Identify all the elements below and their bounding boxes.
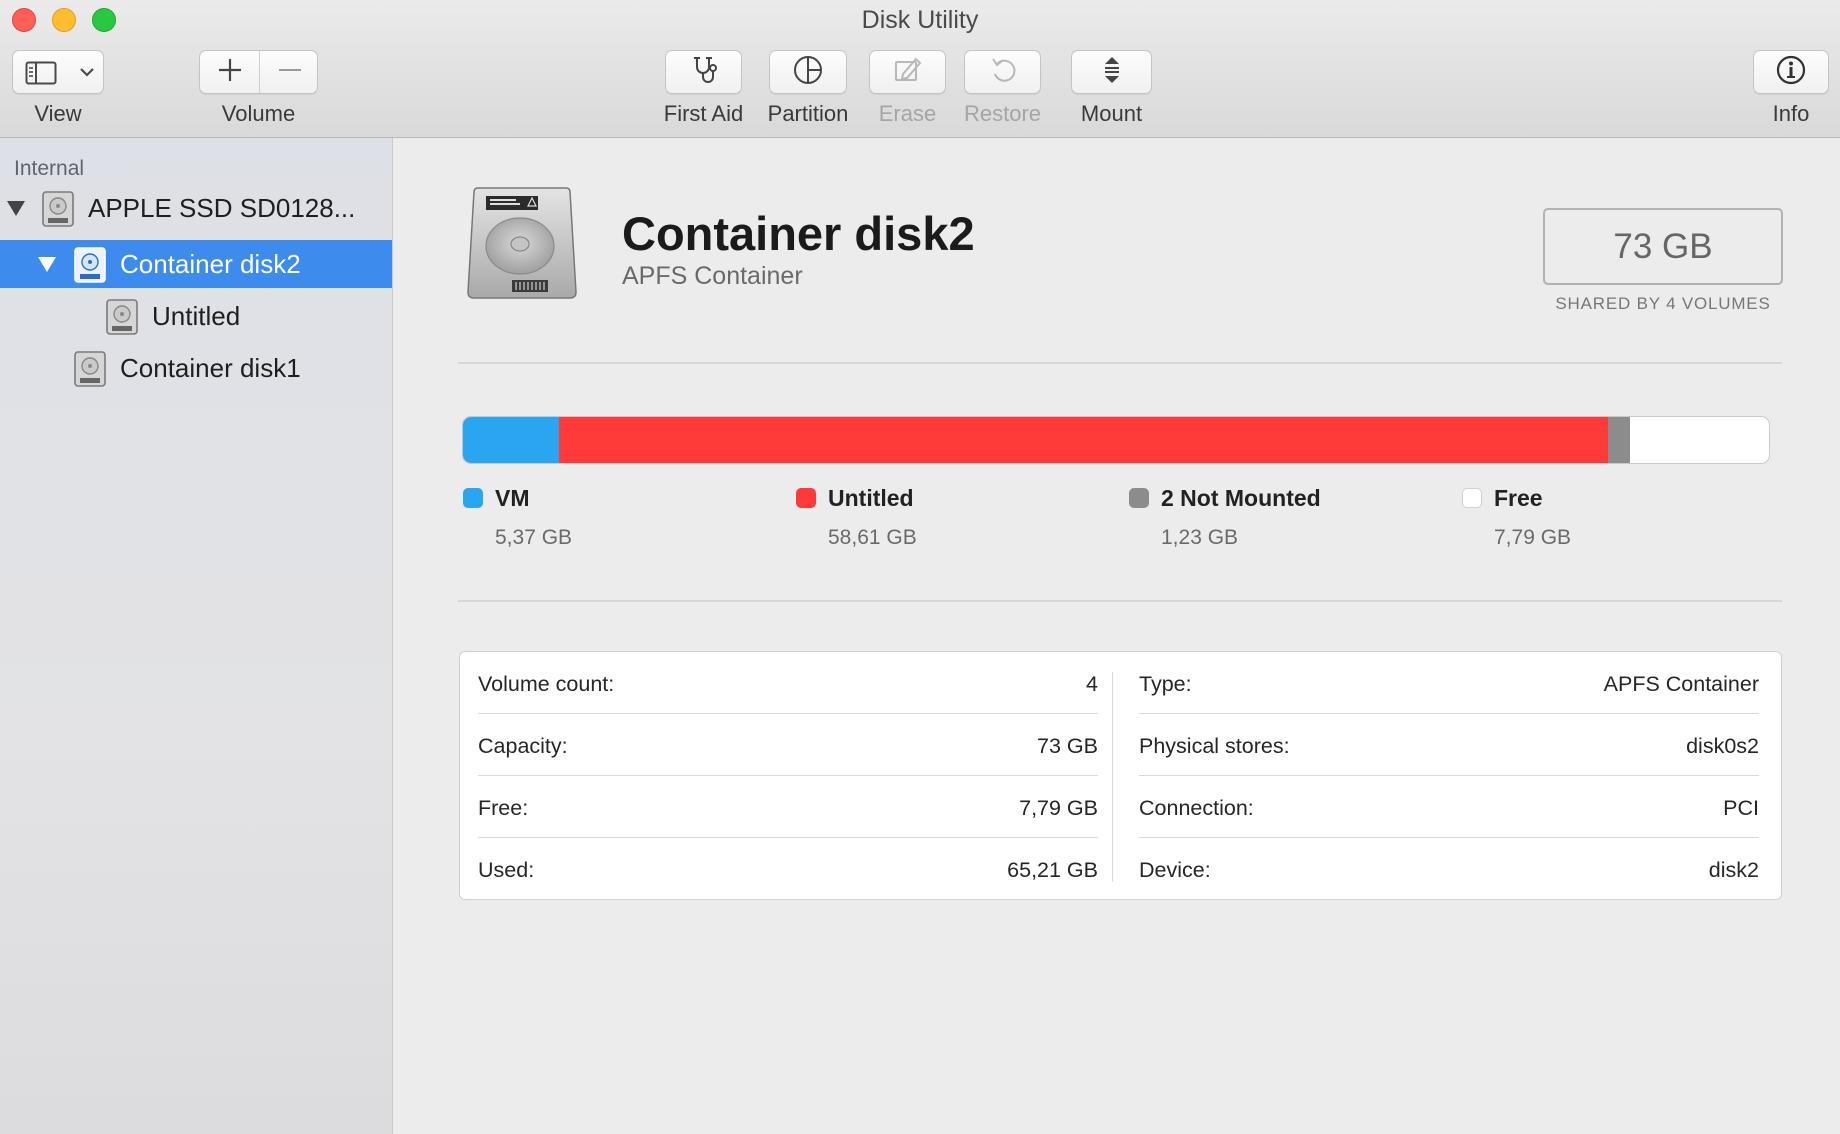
sidebar-item-label: Container disk2: [120, 249, 301, 279]
legend-name: 2 Not Mounted: [1161, 485, 1321, 511]
info-key: Free:: [478, 796, 529, 820]
sidebar-item-container-disk1[interactable]: Container disk1: [0, 344, 392, 392]
info-key: Physical stores:: [1139, 734, 1290, 758]
first-aid-button[interactable]: [665, 50, 742, 94]
remove-volume-button[interactable]: [260, 51, 319, 93]
info-label: Info: [1772, 101, 1810, 126]
legend-name: Untitled: [828, 485, 914, 511]
usage-segment-free: [1629, 417, 1769, 463]
info-value: 4: [1086, 672, 1098, 696]
hard-disk-icon: [40, 190, 76, 233]
restore-arrow-icon: [987, 54, 1019, 91]
divider: [458, 600, 1782, 602]
legend-swatch: [796, 488, 816, 508]
sidebar-toggle-icon: [25, 61, 57, 90]
toolbar: Disk Utility View Volume First Aid Parti…: [0, 0, 1840, 138]
sidebar-item-label: Container disk1: [120, 353, 301, 383]
info-value: disk0s2: [1686, 734, 1759, 758]
sidebar-item-untitled[interactable]: Untitled: [0, 292, 392, 340]
minus-icon: [277, 57, 303, 88]
restore-label: Restore: [963, 101, 1042, 126]
legend-value: 58,61 GB: [828, 526, 917, 549]
info-icon: [1775, 54, 1807, 91]
legend-value: 7,79 GB: [1494, 526, 1572, 549]
info-key: Volume count:: [478, 672, 615, 696]
mount-label: Mount: [1080, 101, 1143, 126]
legend-value: 5,37 GB: [495, 526, 573, 549]
legend-value: 1,23 GB: [1161, 526, 1239, 549]
mount-eject-icon: [1096, 54, 1128, 91]
partition-label: Partition: [767, 101, 849, 126]
erase-label: Erase: [878, 101, 937, 126]
info-key: Connection:: [1139, 796, 1254, 820]
usage-segment-vm: [463, 417, 560, 463]
info-value: 73 GB: [1037, 734, 1098, 758]
disclosure-triangle-icon[interactable]: [38, 257, 56, 272]
size-caption: SHARED BY 4 VOLUMES: [1555, 294, 1771, 313]
main-content: Container disk2 APFS Container 73 GB SHA…: [394, 138, 1840, 1134]
volume-icon: [104, 298, 140, 341]
hard-drive-large-icon: [464, 186, 580, 309]
window-title: Disk Utility: [861, 6, 979, 34]
legend-name: Free: [1494, 485, 1543, 511]
info-row: Physical stores: disk0s2: [1139, 714, 1759, 776]
divider: [458, 362, 1782, 364]
container-subtitle: APFS Container: [622, 262, 803, 290]
add-volume-button[interactable]: [200, 51, 259, 93]
view-label: View: [34, 101, 82, 126]
chevron-down-icon: [79, 63, 95, 86]
info-button[interactable]: [1753, 50, 1829, 94]
sidebar-item-label: APPLE SSD SD0128...: [88, 193, 356, 223]
info-key: Device:: [1139, 858, 1211, 882]
info-value: 7,79 GB: [1019, 796, 1098, 820]
mount-button[interactable]: [1071, 50, 1152, 94]
volume-label: Volume: [221, 101, 296, 126]
first-aid-label: First Aid: [663, 101, 744, 126]
eraser-icon: [892, 54, 924, 91]
column-separator: [1112, 672, 1113, 882]
sidebar-item-container-disk2[interactable]: Container disk2: [0, 240, 392, 288]
partition-button[interactable]: [769, 50, 847, 94]
usage-segment-2-not-mounted: [1607, 417, 1630, 463]
info-value: PCI: [1723, 796, 1759, 820]
info-row: Free: 7,79 GB: [478, 776, 1098, 838]
sidebar-item-label: Untitled: [152, 301, 241, 331]
info-row: Connection: PCI: [1139, 776, 1759, 838]
pie-partition-icon: [792, 54, 824, 91]
sidebar-section-internal: Internal: [14, 157, 85, 180]
usage-bar: [462, 416, 1770, 464]
disclosure-triangle-icon[interactable]: [7, 201, 25, 216]
info-row: Type: APFS Container: [1139, 652, 1759, 714]
info-table: Volume count: 4 Capacity: 73 GB Free: 7,…: [459, 651, 1782, 900]
container-disk-icon: [72, 246, 108, 289]
info-row: Device: disk2: [1139, 838, 1759, 900]
plus-icon: [217, 57, 243, 88]
info-key: Used:: [478, 858, 535, 882]
erase-button[interactable]: [869, 50, 946, 94]
view-button[interactable]: [12, 50, 104, 94]
container-disk-icon: [72, 350, 108, 393]
info-value: APFS Container: [1603, 672, 1759, 696]
container-title: Container disk2: [622, 207, 975, 260]
sidebar: Internal APPLE SSD SD0128... Container d…: [0, 138, 393, 1134]
info-key: Type:: [1139, 672, 1192, 696]
info-row: Used: 65,21 GB: [478, 838, 1098, 900]
legend-swatch: [1462, 488, 1482, 508]
sidebar-item-apple-ssd[interactable]: APPLE SSD SD0128...: [0, 184, 392, 232]
info-value: 65,21 GB: [1007, 858, 1098, 882]
legend-swatch: [463, 488, 483, 508]
info-value: disk2: [1708, 858, 1759, 882]
volume-segmented-control: [199, 50, 318, 94]
info-row: Capacity: 73 GB: [478, 714, 1098, 776]
info-key: Capacity:: [478, 734, 568, 758]
legend-swatch: [1129, 488, 1149, 508]
total-size-box: 73 GB: [1543, 208, 1783, 285]
restore-button[interactable]: [964, 50, 1041, 94]
info-row: Volume count: 4: [478, 652, 1098, 714]
legend-name: VM: [495, 485, 530, 511]
usage-segment-untitled: [559, 417, 1608, 463]
stethoscope-icon: [688, 54, 720, 91]
